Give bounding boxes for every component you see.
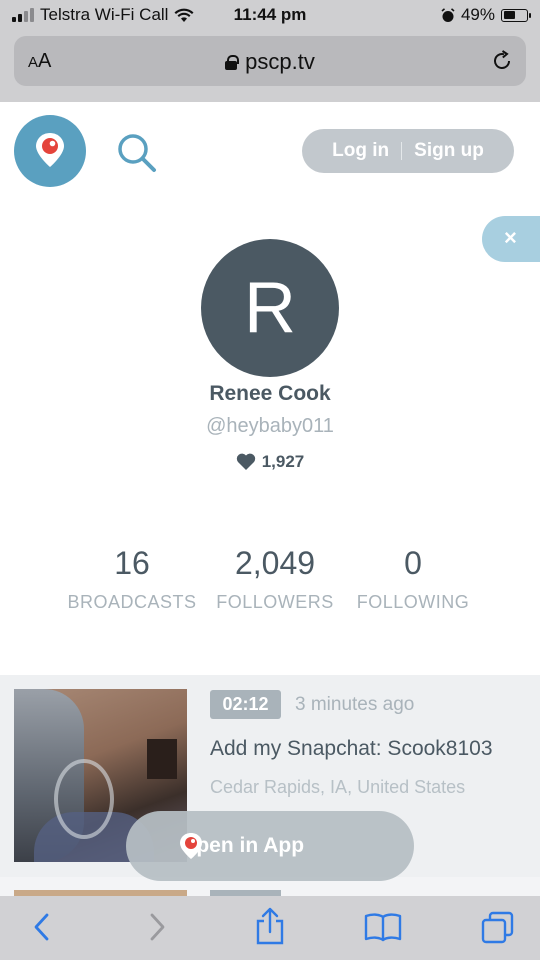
close-icon: × <box>504 225 517 250</box>
profile-name: Renee Cook <box>209 382 331 405</box>
login-button[interactable]: Log in <box>332 140 389 162</box>
battery-group: 49% <box>441 5 531 25</box>
hearts-value: 1,927 <box>261 452 305 471</box>
broadcast-title[interactable]: Add my Snapchat: Scook8103 <box>210 737 493 761</box>
auth-pill: Log in Sign up <box>302 129 514 173</box>
periscope-pin-icon <box>180 833 202 859</box>
avatar: R <box>201 239 339 377</box>
periscope-logo[interactable] <box>14 115 86 187</box>
reload-icon[interactable] <box>490 49 514 73</box>
alarm-icon <box>441 7 455 22</box>
status-bar: Telstra Wi-Fi Call 11:44 pm 49% <box>0 0 540 32</box>
periscope-pin-icon <box>36 133 64 167</box>
broadcast-time-ago: 3 minutes ago <box>295 694 415 715</box>
tabs-icon[interactable] <box>480 910 516 944</box>
share-icon[interactable] <box>254 906 286 946</box>
stat-broadcasts[interactable]: 16 BROADCASTS <box>66 545 198 613</box>
hearts-count: 1,927 <box>0 452 540 472</box>
stat-value: 2,049 <box>234 545 316 581</box>
bookmarks-icon[interactable] <box>364 912 402 942</box>
stat-value: 16 <box>114 545 150 581</box>
stat-value: 0 <box>404 545 422 581</box>
address-bar[interactable]: AA pscp.tv <box>14 36 526 86</box>
broadcast-location: Cedar Rapids, IA, United States <box>210 777 466 797</box>
back-icon[interactable] <box>30 910 54 944</box>
lock-icon <box>225 55 240 70</box>
battery-icon <box>501 8 531 22</box>
profile-handle: @heybaby011 <box>206 415 334 437</box>
stat-following[interactable]: 0 FOLLOWING <box>352 545 474 613</box>
auth-divider <box>401 142 403 160</box>
signup-button[interactable]: Sign up <box>414 140 484 162</box>
broadcast-duration: 02:12 <box>210 690 281 719</box>
stat-label: BROADCASTS <box>67 592 197 612</box>
stat-label: FOLLOWERS <box>216 592 334 612</box>
browser-toolbar <box>0 896 540 960</box>
stat-followers[interactable]: 2,049 FOLLOWERS <box>214 545 336 613</box>
address-bar-area: AA pscp.tv <box>0 32 540 102</box>
close-banner-button[interactable]: × <box>482 216 540 262</box>
forward-icon[interactable] <box>145 910 169 944</box>
domain-text: pscp.tv <box>245 49 315 74</box>
battery-percent: 49% <box>460 5 495 24</box>
url-display[interactable]: pscp.tv <box>14 49 526 75</box>
open-in-app-button[interactable]: Open in App <box>126 811 414 881</box>
search-icon[interactable] <box>116 132 158 174</box>
heart-icon <box>236 453 255 470</box>
battery-fill <box>503 11 516 19</box>
stat-label: FOLLOWING <box>356 592 470 612</box>
